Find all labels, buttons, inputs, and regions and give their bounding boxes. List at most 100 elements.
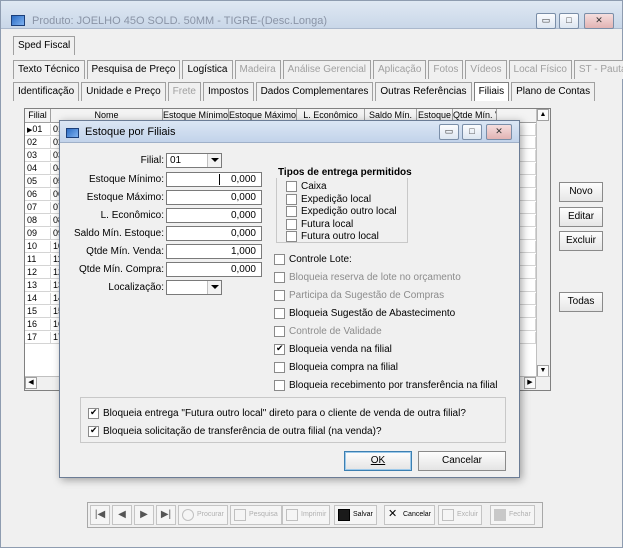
tab-log-stica[interactable]: Logística xyxy=(182,60,233,79)
tab-texto-t-cnico[interactable]: Texto Técnico xyxy=(13,60,85,79)
option-checkbox[interactable]: Bloqueia reserva de lote no orçamento xyxy=(274,271,461,284)
estoque-filiais-dialog: Estoque por Filiais ▭ □ ✕ Filial: 01 Est… xyxy=(59,120,520,478)
entrega-checkbox[interactable]: Futura outro local xyxy=(286,230,379,243)
checkbox-icon[interactable] xyxy=(274,272,285,283)
tab-pesquisa-de-pre-o[interactable]: Pesquisa de Preço xyxy=(86,60,181,79)
dialog-maximize-button[interactable]: □ xyxy=(462,124,482,140)
scroll-up-icon[interactable]: ▲ xyxy=(537,109,549,121)
option-checkbox[interactable]: Controle Lote: xyxy=(274,253,352,266)
checkbox-label: Futura outro local xyxy=(301,231,379,242)
checkbox-icon[interactable] xyxy=(88,425,99,437)
chevron-down-icon[interactable] xyxy=(207,281,221,294)
cancelar-button[interactable]: ✕ Cancelar xyxy=(384,505,436,525)
filial-label: Filial: xyxy=(140,155,164,166)
checkbox-icon[interactable] xyxy=(286,206,297,217)
option-checkbox[interactable]: Bloqueia compra na filial xyxy=(274,361,398,374)
maximize-button[interactable]: □ xyxy=(559,13,579,29)
option-checkbox[interactable]: Bloqueia venda na filial xyxy=(274,343,392,356)
tab-row-2: Texto Técnico Pesquisa de Preço Logística M… xyxy=(13,60,623,79)
entrega-checkbox[interactable]: Expedição outro local xyxy=(286,205,397,218)
tab-aplica-o[interactable]: Aplicação xyxy=(373,60,427,79)
checkbox-icon[interactable] xyxy=(286,218,297,230)
estoque-minimo-input[interactable]: 0,000 xyxy=(166,172,262,187)
chevron-down-icon[interactable] xyxy=(207,154,221,167)
tab-v-deos[interactable]: Vídeos xyxy=(465,60,507,79)
title-bar: Produto: JOELHO 45O SOLD. 50MM - TIGRE-(… xyxy=(1,1,622,29)
tab-identifica-o[interactable]: Identificação xyxy=(13,82,80,101)
tab-outras-refer-ncias[interactable]: Outras Referências xyxy=(375,82,472,101)
option-checkbox[interactable]: Participa da Sugestão de Compras xyxy=(274,289,444,302)
checkbox-icon[interactable] xyxy=(286,193,297,205)
l-economico-input[interactable]: 0,000 xyxy=(166,208,262,223)
checkbox-icon[interactable] xyxy=(274,343,285,355)
excluir-toolbar-button[interactable]: Excluir xyxy=(438,505,483,525)
checkbox-icon[interactable] xyxy=(274,362,285,373)
option-checkbox[interactable]: Bloqueia recebimento por transferência n… xyxy=(274,379,497,392)
tab-impostos[interactable]: Impostos xyxy=(203,82,254,101)
pesquisa-button[interactable]: Pesquisa xyxy=(230,505,282,525)
checkbox-label: Bloqueia entrega "Futura outro local" di… xyxy=(103,408,466,419)
editar-button[interactable]: Editar xyxy=(559,207,603,227)
imprimir-button[interactable]: Imprimir xyxy=(282,505,331,525)
checkbox-icon[interactable] xyxy=(274,254,285,265)
dialog-close-button[interactable]: ✕ xyxy=(486,124,512,140)
checkbox-icon[interactable] xyxy=(286,231,297,242)
scroll-right-icon[interactable]: ▶ xyxy=(524,377,536,389)
procurar-button[interactable]: Procurar xyxy=(178,505,228,525)
qtde-min-compra-input[interactable]: 0,000 xyxy=(166,262,262,277)
ok-button[interactable]: OK xyxy=(344,451,412,471)
option-checkbox[interactable]: Controle de Validade xyxy=(274,325,382,338)
checkbox-icon[interactable] xyxy=(274,290,285,301)
estoque-minimo-label: Estoque Mínimo: xyxy=(88,174,164,185)
checkbox-icon[interactable] xyxy=(274,308,285,319)
l-economico-label: L. Econômico: xyxy=(100,210,164,221)
last-record-icon[interactable]: ▶| xyxy=(156,505,176,525)
checkbox-icon[interactable] xyxy=(274,326,285,337)
tab-an-lise-gerencial[interactable]: Análise Gerencial xyxy=(282,60,372,79)
tab-frete[interactable]: Frete xyxy=(167,82,201,101)
todas-button[interactable]: Todas xyxy=(559,292,603,312)
qtde-min-venda-input[interactable]: 1,000 xyxy=(166,244,262,259)
grid-cell-filial: 12 xyxy=(25,267,51,279)
estoque-maximo-input[interactable]: 0,000 xyxy=(166,190,262,205)
bottom-option-checkbox[interactable]: Bloqueia entrega "Futura outro local" di… xyxy=(88,407,466,420)
grid-header-cell[interactable]: Filial xyxy=(25,109,51,123)
cancelar-dialog-button[interactable]: Cancelar xyxy=(418,451,506,471)
minimize-button[interactable]: ▭ xyxy=(536,13,556,29)
close-button[interactable]: ✕ xyxy=(584,13,614,29)
grid-vertical-scrollbar[interactable]: ▲ ▼ xyxy=(536,109,550,377)
tab-row-1: Sped Fiscal xyxy=(13,36,77,55)
entrega-checkbox[interactable]: Caixa xyxy=(286,180,327,193)
tab-madeira[interactable]: Madeira xyxy=(234,60,281,79)
dialog-minimize-button[interactable]: ▭ xyxy=(439,124,459,140)
fechar-button[interactable]: Fechar xyxy=(490,505,535,525)
entrega-checkbox[interactable]: Expedição local xyxy=(286,193,371,206)
tab-plano-de-contas[interactable]: Plano de Contas xyxy=(511,82,596,101)
first-record-icon[interactable]: |◀ xyxy=(90,505,110,525)
next-record-icon[interactable]: ▶ xyxy=(134,505,154,525)
checkbox-icon[interactable] xyxy=(274,380,285,391)
option-checkbox[interactable]: Bloqueia Sugestão de Abastecimento xyxy=(274,307,455,320)
tab-dados-complementares[interactable]: Dados Complementares xyxy=(255,82,374,101)
tab-st-pauta[interactable]: ST - Pauta xyxy=(573,60,623,79)
tab-sped-fiscal[interactable]: Sped Fiscal xyxy=(13,36,76,55)
excluir-button[interactable]: Excluir xyxy=(559,231,603,251)
prev-record-icon[interactable]: ◀ xyxy=(112,505,132,525)
saldo-min-estoque-input[interactable]: 0,000 xyxy=(166,226,262,241)
checkbox-icon[interactable] xyxy=(286,181,297,192)
entrega-checkbox[interactable]: Futura local xyxy=(286,218,353,231)
checkbox-icon[interactable] xyxy=(88,407,99,419)
tab-fotos[interactable]: Fotos xyxy=(428,60,464,79)
localizacao-combo[interactable] xyxy=(166,280,222,295)
tab-unidade-e-pre-o[interactable]: Unidade e Preço xyxy=(81,82,166,101)
filial-combo[interactable]: 01 xyxy=(166,153,222,168)
grid-cell-filial: 02 xyxy=(25,137,51,149)
bottom-option-checkbox[interactable]: Bloqueia solicitação de transferência de… xyxy=(88,425,382,438)
tab-filiais[interactable]: Filiais xyxy=(473,82,510,101)
grid-cell-filial: 08 xyxy=(25,215,51,227)
tab-local-f-sico[interactable]: Local Físico xyxy=(508,60,572,79)
novo-button[interactable]: Novo xyxy=(559,182,603,202)
scroll-left-icon[interactable]: ◀ xyxy=(25,377,37,389)
checkbox-label: Futura local xyxy=(301,218,354,230)
salvar-button[interactable]: Salvar xyxy=(334,505,377,525)
